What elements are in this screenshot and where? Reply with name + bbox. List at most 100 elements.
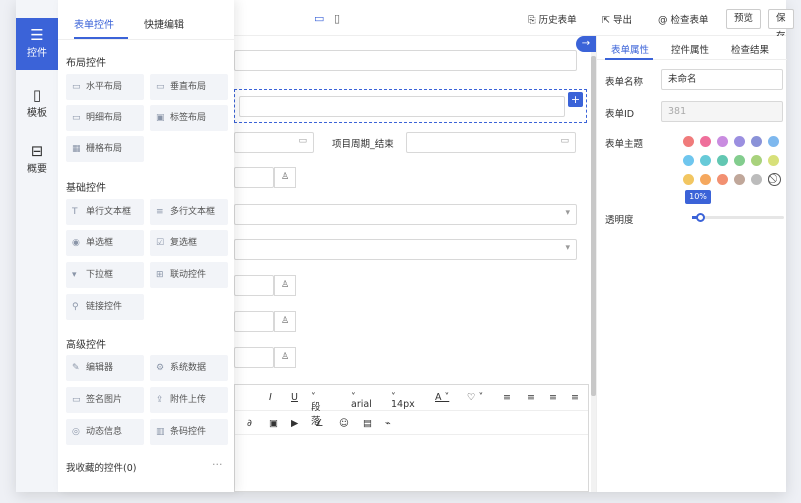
date-start-field[interactable]: ▭ <box>234 132 314 153</box>
tab-check-results[interactable]: 检查结果 <box>731 42 769 56</box>
tab-quick-edit[interactable]: 快捷编辑 <box>144 16 184 31</box>
user-field-2[interactable] <box>234 275 274 296</box>
user-field-3[interactable] <box>234 311 274 332</box>
preview-button[interactable]: 预览 <box>726 9 762 29</box>
collapse-panel-arrow-icon[interactable]: → <box>576 36 596 52</box>
form-name-label: 表单名称 <box>605 77 644 88</box>
check-form-button[interactable]: @ 检查表单 <box>658 12 709 26</box>
theme-color-swatch[interactable] <box>683 174 694 185</box>
control-editor[interactable]: ✎ 编辑器 <box>66 355 144 381</box>
opacity-slider-handle[interactable] <box>696 213 706 222</box>
mobile-view-icon[interactable]: ▯ <box>334 12 340 25</box>
theme-color-swatch[interactable] <box>734 174 745 185</box>
theme-color-swatch[interactable] <box>683 136 694 147</box>
tab-form-properties[interactable]: 表单属性 <box>611 42 649 56</box>
font-color-icon[interactable]: A ˅ <box>435 392 449 403</box>
user-select-icon[interactable]: ♙ <box>274 275 296 296</box>
control-single-line-text[interactable]: T 单行文本框 <box>66 199 144 225</box>
export-button[interactable]: ⇱ 导出 <box>602 12 632 26</box>
control-link[interactable]: ⚲ 链接控件 <box>66 294 144 320</box>
control-linked[interactable]: ⊞ 联动控件 <box>150 262 228 288</box>
underline-icon[interactable]: U <box>291 392 298 403</box>
save-button[interactable]: 保存 <box>768 9 794 42</box>
opacity-tooltip: 10% <box>685 190 711 204</box>
drop-zone-selected[interactable]: + <box>234 89 587 123</box>
control-tab-layout[interactable]: ▣ 标签布局 <box>150 105 228 131</box>
form-name-input[interactable]: 未命名 <box>661 69 783 90</box>
theme-color-swatch[interactable] <box>768 155 779 166</box>
control-palette: 表单控件 快捷编辑 布局控件 ▭ 水平布局 ▭ 垂直布局 ▭ 明细布局 ▣ 标签布局 ▦… <box>58 0 234 492</box>
control-attachment-upload[interactable]: ⇪ 附件上传 <box>150 387 228 413</box>
desktop-view-icon[interactable]: ▭ <box>314 12 324 25</box>
date-end-field[interactable]: ▭ <box>406 132 576 153</box>
template-icon: ▯ <box>32 86 42 104</box>
justify-icon[interactable]: ≡ <box>571 392 579 403</box>
font-size-select[interactable]: 14px ˅ <box>391 392 415 410</box>
control-system-data[interactable]: ⚙ 系统数据 <box>150 355 228 381</box>
user-field-1[interactable] <box>234 167 274 188</box>
theme-color-swatch[interactable] <box>734 136 745 147</box>
italic-icon[interactable]: I <box>269 392 272 403</box>
rail-item-templates[interactable]: ▯ 模板 <box>16 82 58 126</box>
align-right-icon[interactable]: ≡ <box>549 392 557 403</box>
detail-layout-icon: ▭ <box>72 113 81 123</box>
theme-color-swatch[interactable] <box>700 174 711 185</box>
control-detail-layout[interactable]: ▭ 明细布局 <box>66 105 144 131</box>
image-icon[interactable]: ▣ <box>269 418 278 429</box>
video-icon[interactable]: ▶ <box>291 418 298 429</box>
rich-text-editor[interactable]: I U 段落 ˅ arial ˅ 14px ˅ A ˅ ♡ ˅ ≡ ≡ ≡ ≡ … <box>234 384 589 492</box>
theme-color-swatch[interactable] <box>734 155 745 166</box>
user-select-icon[interactable]: ♙ <box>274 311 296 332</box>
theme-color-swatch[interactable] <box>751 174 762 185</box>
control-grid-layout[interactable]: ▦ 栅格布局 <box>66 136 144 162</box>
control-vertical-layout[interactable]: ▭ 垂直布局 <box>150 74 228 100</box>
opacity-slider[interactable] <box>692 213 784 222</box>
rich-text-toolbar-row-1: I U 段落 ˅ arial ˅ 14px ˅ A ˅ ♡ ˅ ≡ ≡ ≡ ≡ <box>235 385 588 427</box>
user-select-icon[interactable]: ♙ <box>274 167 296 188</box>
align-center-icon[interactable]: ≡ <box>527 392 535 403</box>
paragraph-select[interactable]: 段落 ˅ <box>311 392 321 427</box>
add-field-icon[interactable]: + <box>568 92 583 107</box>
rail-item-controls[interactable]: ☰ 控件 <box>16 18 58 70</box>
theme-color-swatch[interactable] <box>751 155 762 166</box>
theme-color-swatch[interactable] <box>717 136 728 147</box>
no-color-icon[interactable]: ⃠ <box>768 173 781 186</box>
emoji-icon[interactable]: ☺ <box>339 418 349 429</box>
control-barcode[interactable]: ▥ 条码控件 <box>150 419 228 445</box>
control-checkbox[interactable]: ☑ 复选框 <box>150 230 228 256</box>
favorites-more-button[interactable]: ··· <box>212 458 223 471</box>
rail-item-outline[interactable]: ⊟ 概要 <box>16 138 58 182</box>
dynamic-info-icon: ◎ <box>72 427 80 437</box>
select-field-2[interactable]: ▾ <box>234 239 577 260</box>
theme-color-swatch[interactable] <box>700 136 711 147</box>
user-select-icon[interactable]: ♙ <box>274 347 296 368</box>
user-field-4[interactable] <box>234 347 274 368</box>
theme-color-swatch[interactable] <box>751 136 762 147</box>
control-dynamic-info[interactable]: ◎ 动态信息 <box>66 419 144 445</box>
control-horizontal-layout[interactable]: ▭ 水平布局 <box>66 74 144 100</box>
history-forms-button[interactable]: ⎘ 历史表单 <box>528 12 577 26</box>
chart-icon[interactable]: ⌁ <box>385 418 391 429</box>
link-icon[interactable]: ∂ <box>247 418 252 429</box>
theme-color-swatch[interactable] <box>717 174 728 185</box>
section-layout-title: 布局控件 <box>66 58 106 69</box>
align-left-icon[interactable]: ≡ <box>503 392 511 403</box>
form-field-top[interactable] <box>234 50 577 71</box>
section-basic-title: 基础控件 <box>66 183 106 194</box>
control-multi-line-text[interactable]: ≡ 多行文本框 <box>150 199 228 225</box>
select-field-1[interactable]: ▾ <box>234 204 577 225</box>
theme-color-swatch[interactable] <box>700 155 711 166</box>
control-signature-image[interactable]: ▭ 签名图片 <box>66 387 144 413</box>
tab-control-properties[interactable]: 控件属性 <box>671 42 709 56</box>
control-radio[interactable]: ◉ 单选框 <box>66 230 144 256</box>
brush-icon[interactable]: ∠ <box>315 418 324 429</box>
theme-color-swatch[interactable] <box>683 155 694 166</box>
font-select[interactable]: arial ˅ <box>351 392 372 410</box>
form-field-in-zone[interactable] <box>239 96 565 117</box>
highlight-icon[interactable]: ♡ ˅ <box>467 392 483 403</box>
control-dropdown[interactable]: ▾ 下拉框 <box>66 262 144 288</box>
document-icon[interactable]: ▤ <box>363 418 372 429</box>
theme-color-swatch[interactable] <box>717 155 728 166</box>
tab-form-controls[interactable]: 表单控件 <box>74 16 114 31</box>
theme-color-swatch[interactable] <box>768 136 779 147</box>
